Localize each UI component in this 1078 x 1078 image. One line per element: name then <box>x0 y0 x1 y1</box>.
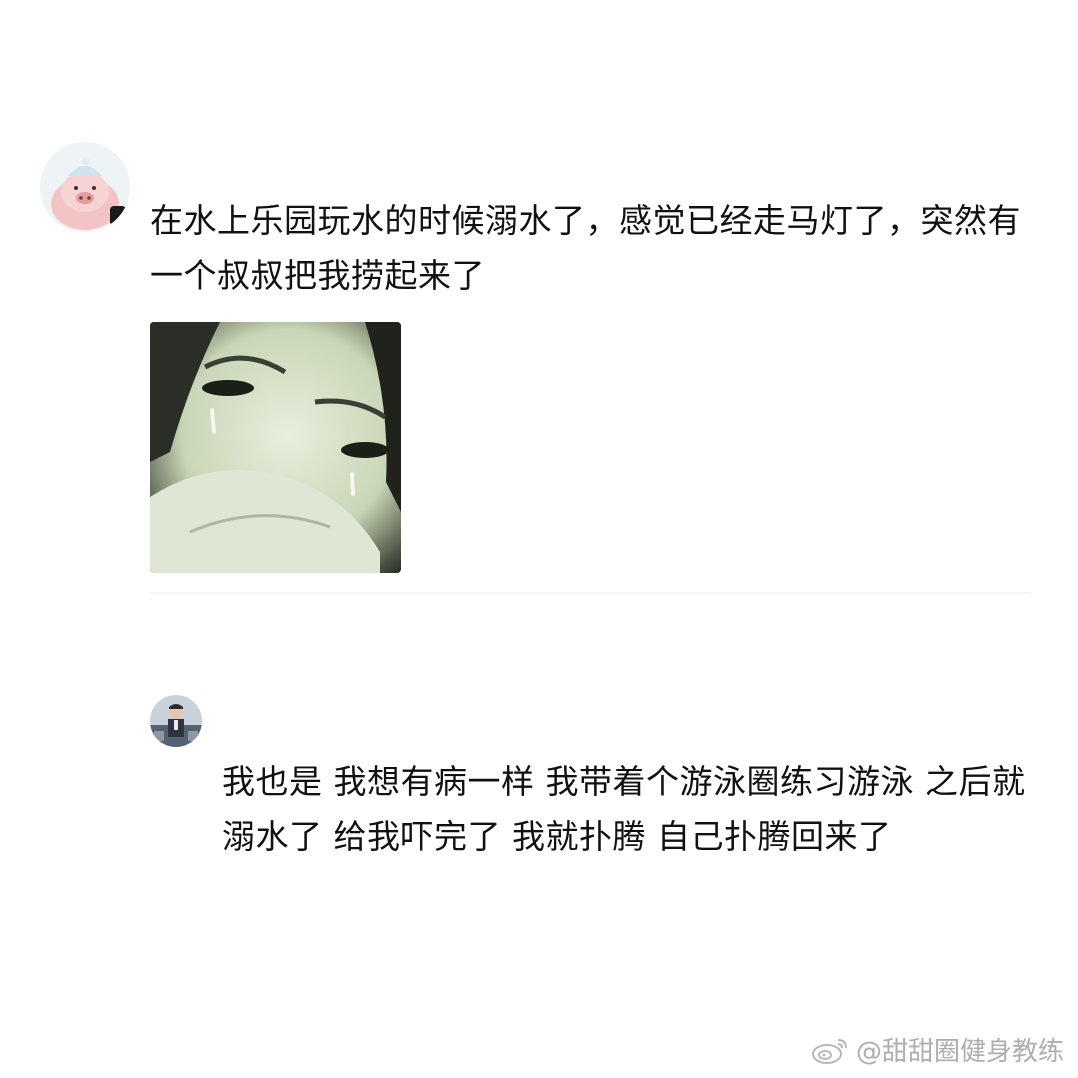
person-avatar-icon[interactable] <box>150 695 202 747</box>
comment-2: 我也是 我想有病一样 我带着个游泳圈练习游泳 之后就溺水了 给我吓完了 我就扑腾… <box>0 0 1078 1078</box>
watermark: @甜甜圈健身教练 <box>810 1031 1064 1068</box>
comment-2-text: 我也是 我想有病一样 我带着个游泳圈练习游泳 之后就溺水了 给我吓完了 我就扑腾… <box>222 762 1026 856</box>
weibo-icon <box>810 1035 850 1065</box>
watermark-text: @甜甜圈健身教练 <box>855 1037 1064 1067</box>
